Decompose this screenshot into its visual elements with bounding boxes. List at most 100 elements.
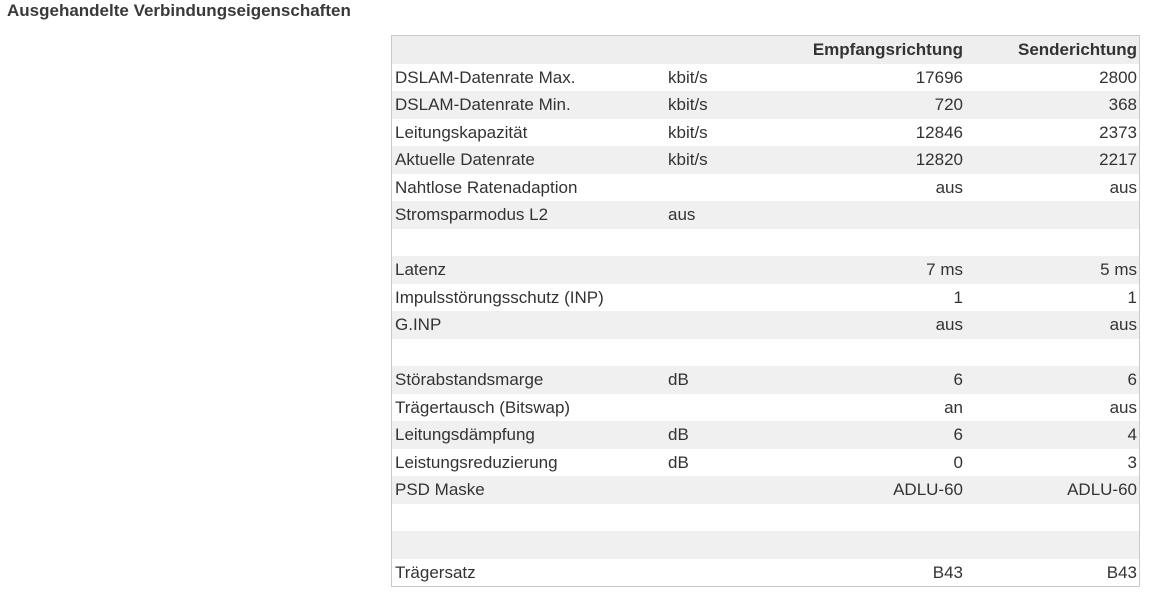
row-downstream: ADLU-60: [893, 480, 963, 500]
table-row: Leitungsdämpfung dB 6 4: [391, 421, 1140, 449]
table-row: [391, 338, 1140, 367]
row-label: Leistungsreduzierung: [395, 452, 558, 472]
row-label: [392, 339, 666, 367]
row-unit: kbit/s: [668, 67, 708, 87]
table-row: Störabstandsmarge dB 6 6: [391, 366, 1140, 394]
row-downstream: [795, 339, 965, 367]
row-downstream: 6: [953, 370, 963, 390]
row-label: DSLAM-Datenrate Max.: [395, 67, 576, 87]
table-row: PSD Maske ADLU-60 ADLU-60: [391, 476, 1140, 504]
row-upstream: 368: [1108, 95, 1137, 115]
row-unit: [665, 284, 795, 312]
row-upstream: 5 ms: [1100, 260, 1137, 280]
table-row: Stromsparmodus L2 aus: [391, 201, 1140, 229]
row-upstream: 3: [1127, 452, 1137, 472]
row-upstream: ADLU-60: [1067, 480, 1137, 500]
row-label: [392, 531, 666, 559]
table-row: [391, 503, 1140, 532]
row-downstream: [795, 229, 965, 257]
row-downstream: 1: [953, 287, 963, 307]
row-label: G.INP: [395, 315, 442, 335]
row-label: Trägersatz: [395, 562, 476, 582]
row-upstream: [965, 504, 1140, 532]
row-unit: kbit/s: [668, 150, 708, 170]
row-label: Störabstandsmarge: [395, 370, 544, 390]
table-row: Nahtlose Ratenadaption aus aus: [391, 173, 1140, 202]
row-upstream: [965, 201, 1140, 229]
row-downstream: B43: [932, 562, 963, 582]
row-upstream: 2800: [1099, 67, 1137, 87]
row-downstream: 6: [953, 425, 963, 445]
row-unit: [665, 256, 795, 284]
header-downstream: Empfangsrichtung: [795, 35, 965, 64]
row-upstream: aus: [1109, 397, 1137, 417]
connection-properties-table: Empfangsrichtung Senderichtung DSLAM-Dat…: [391, 35, 1140, 587]
row-downstream: 0: [953, 452, 963, 472]
row-upstream: 2373: [1099, 122, 1137, 142]
row-label: Leitungsdämpfung: [395, 425, 535, 445]
row-label: PSD Maske: [395, 480, 485, 500]
row-upstream: 6: [1127, 370, 1137, 390]
table-row: DSLAM-Datenrate Min. kbit/s 720 368: [391, 91, 1140, 119]
row-upstream: aus: [1109, 177, 1137, 197]
row-unit: [665, 229, 795, 257]
table-row: Leitungskapazität kbit/s 12846 2373: [391, 118, 1140, 146]
row-label: Impulsstörungsschutz (INP): [395, 287, 604, 307]
header-label: [391, 35, 665, 64]
table-row: [391, 531, 1140, 559]
row-unit: dB: [668, 452, 689, 472]
header-unit: [665, 35, 795, 64]
row-unit: [665, 531, 795, 559]
row-downstream: 720: [934, 95, 963, 115]
table-row: [391, 228, 1140, 257]
row-upstream: [965, 229, 1140, 257]
table-row: DSLAM-Datenrate Max. kbit/s 17696 2800: [391, 63, 1140, 91]
table-row: Latenz 7 ms 5 ms: [391, 256, 1140, 284]
row-upstream: B43: [1106, 562, 1137, 582]
row-unit: [665, 174, 795, 202]
row-downstream: 12820: [915, 150, 963, 170]
row-downstream: [795, 504, 965, 532]
row-unit: [665, 339, 795, 367]
row-downstream: 17696: [915, 67, 963, 87]
row-upstream: [965, 339, 1140, 367]
row-unit: aus: [668, 205, 696, 225]
row-label: [392, 229, 666, 257]
row-unit: kbit/s: [668, 95, 708, 115]
row-unit: [665, 394, 795, 422]
row-label: Nahtlose Ratenadaption: [395, 177, 578, 197]
table-row: Impulsstörungsschutz (INP) 1 1: [391, 283, 1140, 312]
row-label: [392, 504, 666, 532]
row-unit: kbit/s: [668, 122, 708, 142]
row-unit: [665, 559, 795, 587]
row-unit: [665, 311, 795, 339]
row-unit: dB: [668, 370, 689, 390]
header-upstream: Senderichtung: [965, 35, 1140, 64]
row-downstream: aus: [935, 315, 963, 335]
row-downstream: 12846: [915, 122, 963, 142]
row-unit: [665, 504, 795, 532]
section-title: Ausgehandelte Verbindungseigenschaften: [7, 1, 351, 20]
row-unit: [665, 476, 795, 504]
row-upstream: 1: [1127, 287, 1137, 307]
table-row: G.INP aus aus: [391, 311, 1140, 339]
row-downstream: [795, 201, 965, 229]
row-upstream: aus: [1109, 315, 1137, 335]
table-row: Trägersatz B43 B43: [391, 558, 1140, 587]
row-label: Leitungskapazität: [395, 122, 528, 142]
row-label: Stromsparmodus L2: [395, 205, 549, 225]
table-row: Aktuelle Datenrate kbit/s 12820 2217: [391, 146, 1140, 174]
table-row: Leistungsreduzierung dB 0 3: [391, 448, 1140, 476]
row-label: DSLAM-Datenrate Min.: [395, 95, 571, 115]
table-header-row: Empfangsrichtung Senderichtung: [391, 35, 1140, 64]
row-downstream: [795, 531, 965, 559]
row-label: Latenz: [395, 260, 447, 280]
row-label: Aktuelle Datenrate: [395, 150, 535, 170]
row-downstream: 7 ms: [926, 260, 963, 280]
row-label: Trägertausch (Bitswap): [395, 397, 571, 417]
row-downstream: an: [944, 397, 963, 417]
table-row: Trägertausch (Bitswap) an aus: [391, 393, 1140, 422]
row-downstream: aus: [935, 177, 963, 197]
row-upstream: 4: [1127, 425, 1137, 445]
row-upstream: 2217: [1099, 150, 1137, 170]
